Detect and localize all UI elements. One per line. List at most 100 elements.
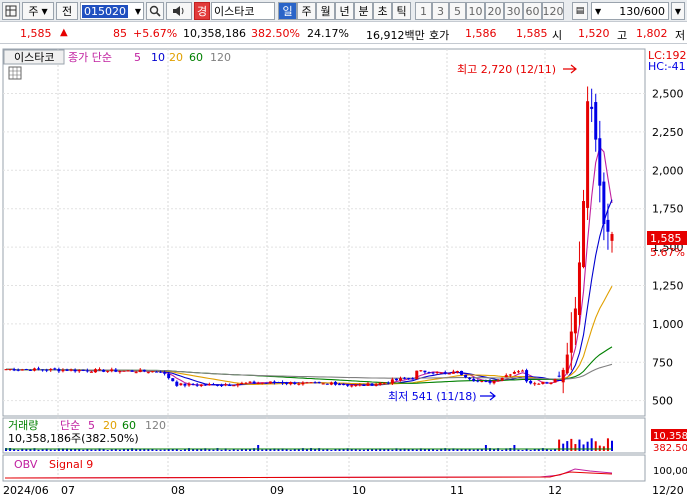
candle-body [447,373,451,375]
candle-body [464,374,468,378]
high-value: 1,802 [636,27,668,40]
candle-body [142,369,146,372]
interval-button-10[interactable]: 10 [466,2,485,20]
speaker-icon[interactable] [166,2,192,20]
candle-body [378,382,382,385]
period-button-4[interactable]: 분 [354,2,373,20]
volume-legend-prefix: 단순 [60,419,80,432]
market-select[interactable]: 주 ▼ [22,2,54,20]
settings-icon[interactable]: ▤ [572,2,588,20]
period-button-2[interactable]: 월 [316,2,335,20]
period-button-6[interactable]: 틱 [392,2,411,20]
candle-body [403,377,407,379]
chevron-down-icon[interactable]: ▼ [671,2,685,20]
period-button-3[interactable]: 년 [335,2,354,20]
candle-body [236,383,240,386]
candle-body [89,371,93,373]
candle-body [553,379,557,383]
candle-body [24,369,28,371]
x-tick-label: 12/20 [652,484,684,497]
candle-body [362,384,366,386]
volume-bar [53,449,56,451]
candle-body [354,384,358,387]
candle-body [4,369,8,371]
candle-body [374,384,378,386]
volume-bar [155,449,158,451]
volume-bar [122,449,125,451]
period-button-1[interactable]: 주 [297,2,316,20]
volume-bar [566,441,569,451]
volume-title: 거래량 [8,419,38,432]
x-tick-label: 12 [548,484,562,497]
chart-area[interactable]: 500 750 1,000 1,250 1,500 1,750 2,000 2,250 2,50… [0,45,687,499]
grid-toggle-icon[interactable] [8,66,22,80]
candle-body [163,372,167,374]
period-button-0[interactable]: 일 [278,2,297,20]
volume-bar [358,449,361,451]
page-counter[interactable]: ▼ 130/600 [591,2,669,20]
volume-bar [513,445,516,451]
candle-body [199,384,203,387]
candle-body [138,369,142,373]
open-value: 1,520 [578,27,610,40]
volume-bar [415,449,418,451]
volume-ratio: 382.50% [251,27,300,40]
volume-bar [423,449,426,451]
interval-button-30[interactable]: 30 [504,2,523,20]
price-chart[interactable]: 5007501,0001,2501,5001,7502,0002,2502,50… [0,45,687,499]
candle-body [220,385,224,387]
volume-bar [342,449,345,451]
y-tick-label: 1,250 [652,279,684,292]
interval-button-20[interactable]: 20 [485,2,504,20]
chart-menu-icon[interactable] [2,2,20,20]
candle-body [264,382,268,384]
volume-bar [228,449,231,451]
volume-bar [9,448,12,451]
candle-body [427,372,431,374]
interval-button-3[interactable]: 3 [432,2,449,20]
candle-body [394,378,398,381]
candle-body [504,375,508,378]
volume-bar [484,445,487,451]
volume-bar [574,444,577,451]
candle-body [122,370,126,372]
candle-body [16,369,20,371]
period-label: 전 [61,5,73,18]
toolbar: 주 ▼ 전 015020 ▼ 경 이스타코 ▤ ▼ 130/600 ▼ 일주월년분초틱… [0,0,687,22]
candle-body [130,370,134,372]
interval-button-1[interactable]: 1 [415,2,432,20]
price-change: 85 [113,27,127,40]
volume-bar [501,449,504,451]
candle-body [350,385,354,387]
candle-body [460,370,464,375]
interval-button-5[interactable]: 5 [449,2,466,20]
interval-button-120[interactable]: 120 [542,2,564,20]
candle-body [98,369,102,371]
up-triangle-icon: ▲ [60,27,68,38]
candle-body [423,370,427,373]
obv-signal: Signal 9 [49,458,93,471]
volume-bar [212,449,215,451]
candle-body [508,374,512,376]
last-pct-label: 5.67% [650,246,685,259]
volume-bar [183,449,186,451]
candle-body [573,308,577,334]
volume-bar [330,449,333,451]
volume-bar [159,449,162,451]
y-tick-label: 2,000 [652,164,684,177]
candle-body [293,382,297,385]
stock-code-input[interactable]: 015020 ▼ [80,2,144,20]
candle-body [45,369,49,371]
stock-code-value: 015020 [82,4,128,18]
period-select[interactable]: 전 [56,2,78,20]
candle-body [309,382,313,384]
period-button-5[interactable]: 초 [373,2,392,20]
volume-bar [163,449,166,451]
ma-legend-120: 120 [210,51,231,64]
volume-bar [208,449,211,451]
candle-body [268,381,272,384]
search-icon[interactable] [146,2,164,20]
interval-button-60[interactable]: 60 [523,2,542,20]
candle-body [480,380,484,382]
candle-body [272,381,276,383]
